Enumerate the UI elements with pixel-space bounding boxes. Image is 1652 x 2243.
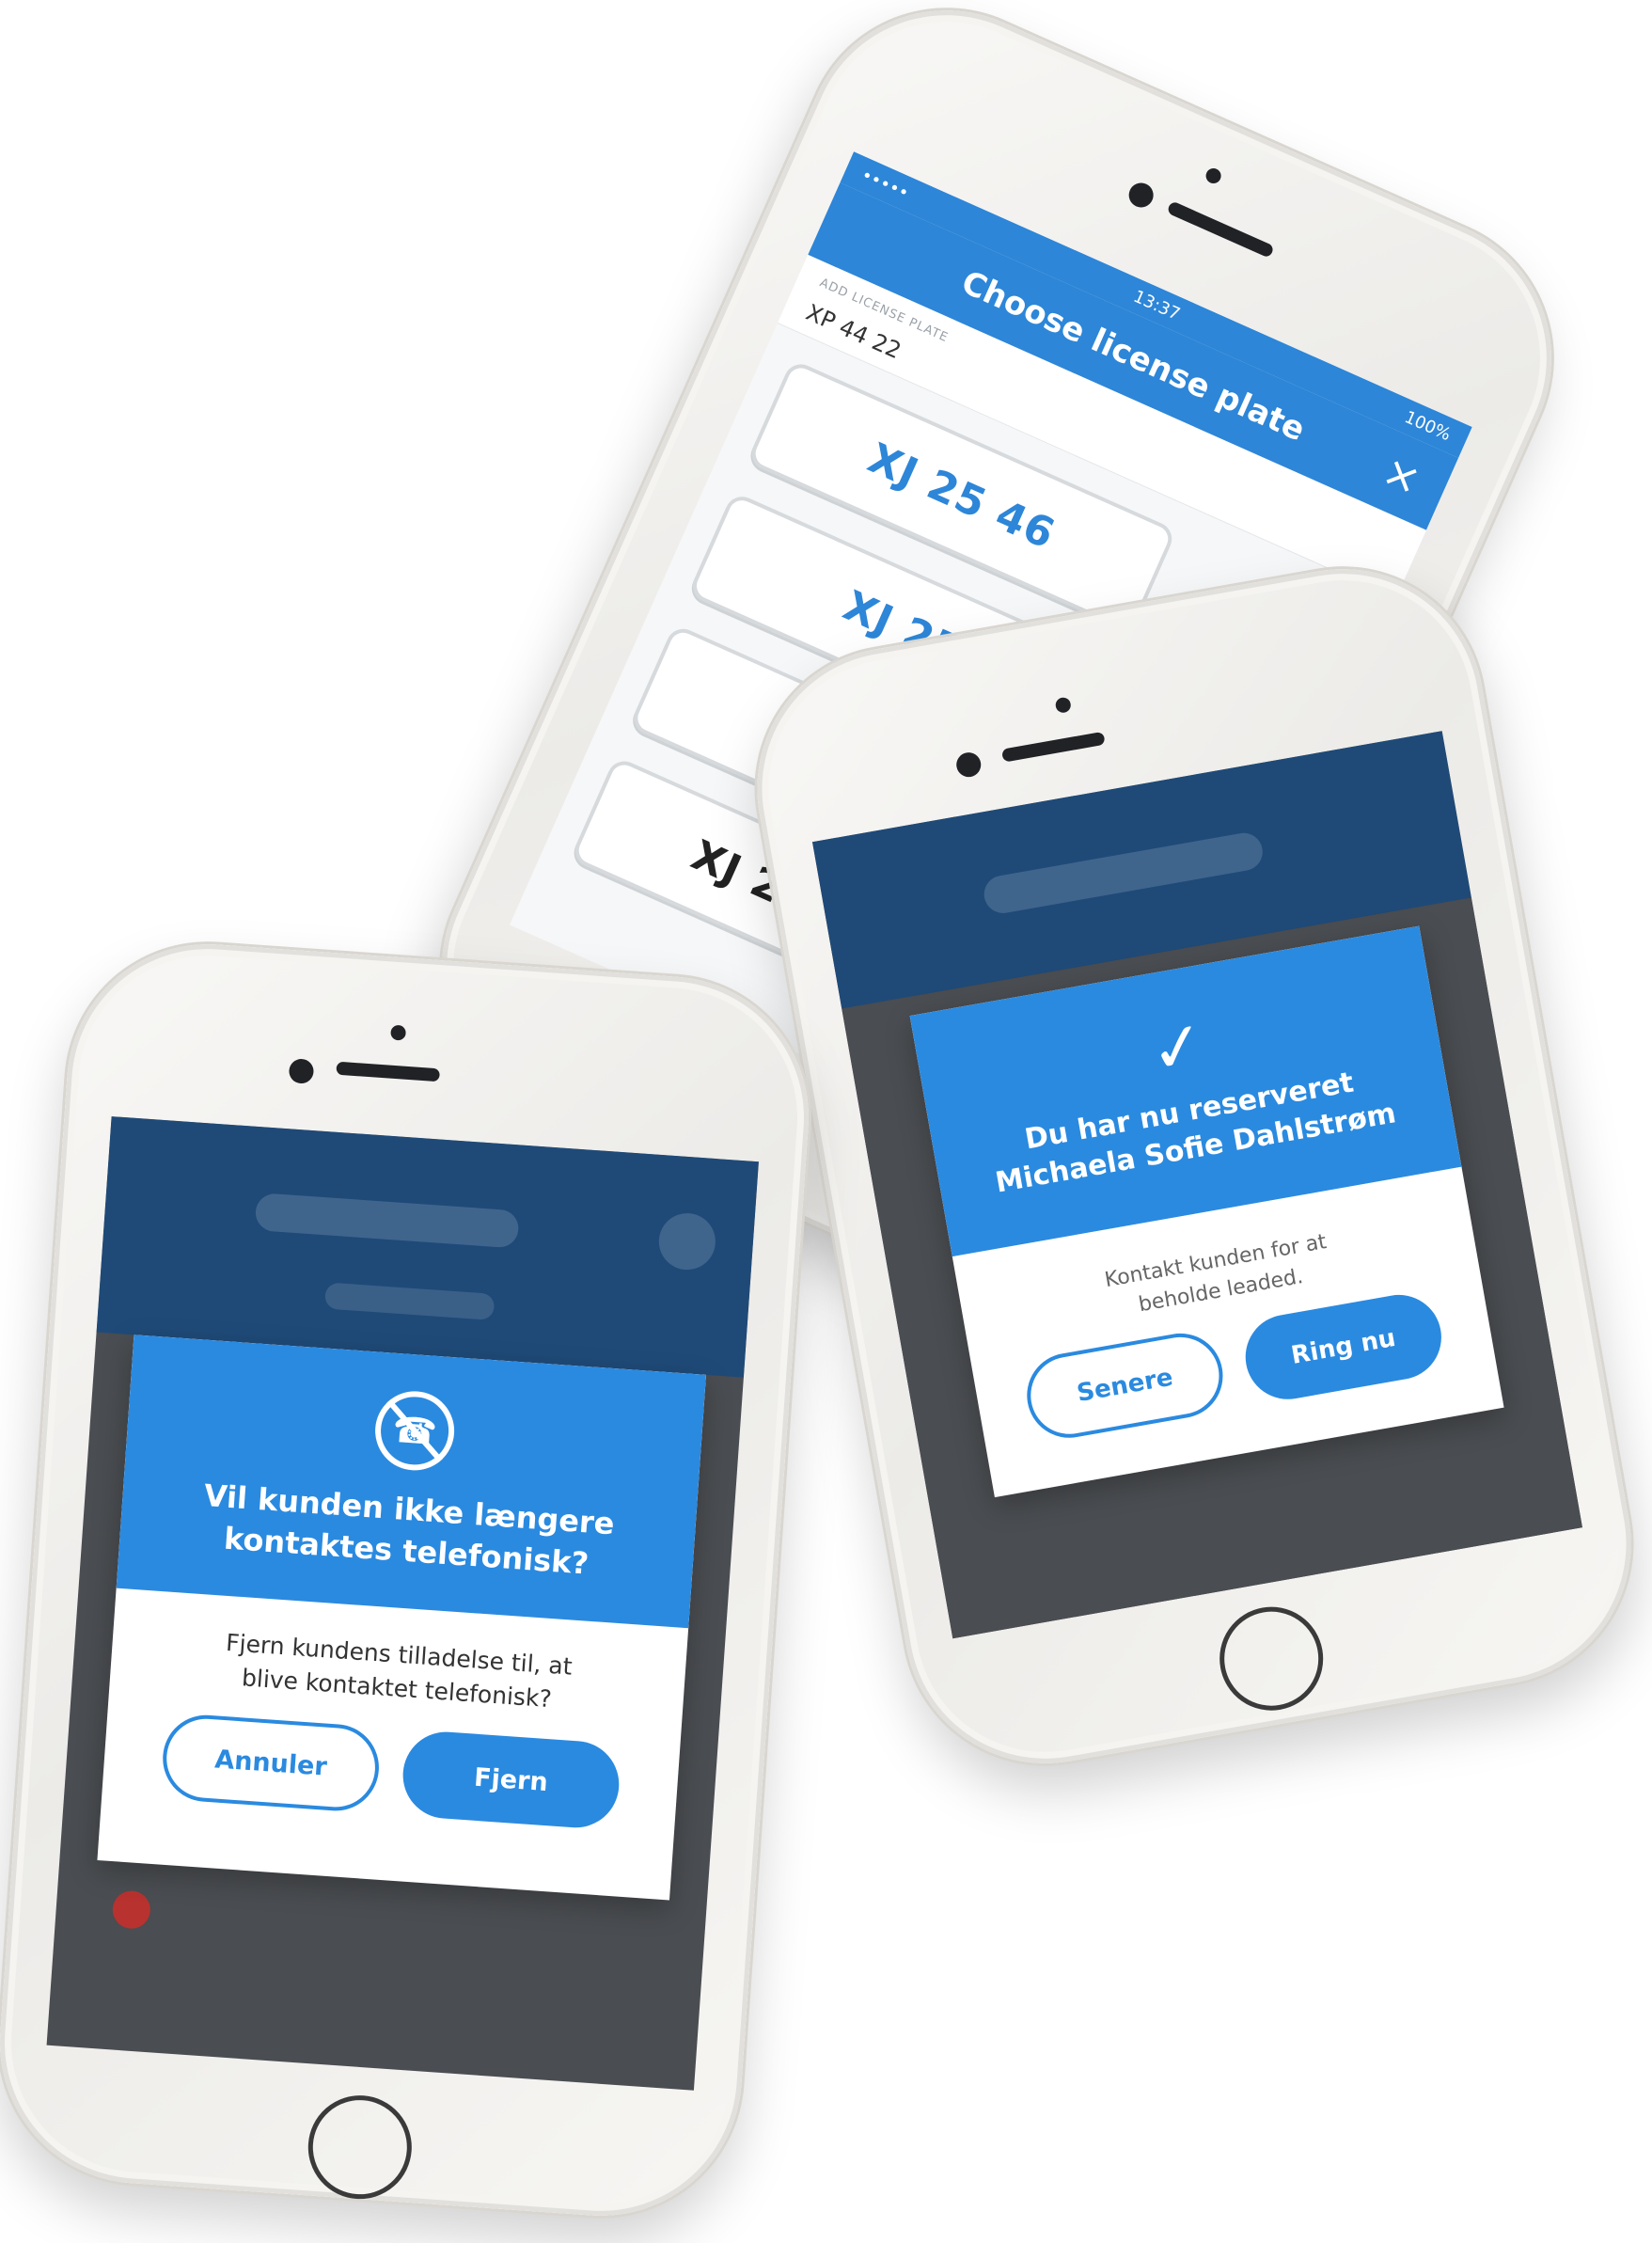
screen: ☎ Vil kunden ikke længere kontaktes tele… [46, 1116, 759, 2091]
screen: ✓ Du har nu reserveret Michaela Sofie Da… [811, 731, 1582, 1639]
earpiece-speaker [336, 1061, 441, 1082]
blurred-subtitle [323, 1282, 496, 1320]
close-icon[interactable]: × [1376, 445, 1429, 506]
earpiece-speaker [1000, 731, 1106, 763]
blurred-avatar [656, 1211, 717, 1272]
phone-contact-removal: ☎ Vil kunden ikke længere kontaktes tele… [0, 935, 819, 2225]
phone-icon: ☎ [390, 1408, 439, 1453]
front-camera [954, 750, 983, 780]
home-button[interactable] [305, 2092, 416, 2203]
dialog-header: ☎ Vil kunden ikke længere kontaktes tele… [116, 1335, 706, 1629]
front-sensor [1054, 696, 1073, 714]
blurred-status-dot [111, 1889, 152, 1930]
remove-button[interactable]: Fjern [400, 1729, 622, 1831]
reservation-dialog: ✓ Du har nu reserveret Michaela Sofie Da… [909, 925, 1504, 1498]
earpiece-speaker [1166, 200, 1275, 259]
front-camera [1125, 179, 1157, 212]
remove-contact-dialog: ☎ Vil kunden ikke længere kontaktes tele… [97, 1335, 706, 1901]
front-sensor [390, 1024, 407, 1041]
cancel-button[interactable]: Annuler [160, 1712, 383, 1814]
stage: ••••• 13:37 100% Choose license plate × … [0, 0, 1652, 2243]
front-sensor [1204, 166, 1224, 186]
blurred-title [254, 1193, 520, 1249]
phone-reservation: ✓ Du har nu reserveret Michaela Sofie Da… [734, 546, 1652, 1786]
checkmark-icon: ✓ [1143, 1004, 1212, 1091]
home-button[interactable] [1211, 1598, 1331, 1719]
front-camera [288, 1058, 315, 1084]
no-phone-icon: ☎ [372, 1388, 457, 1474]
blurred-title [981, 829, 1266, 917]
